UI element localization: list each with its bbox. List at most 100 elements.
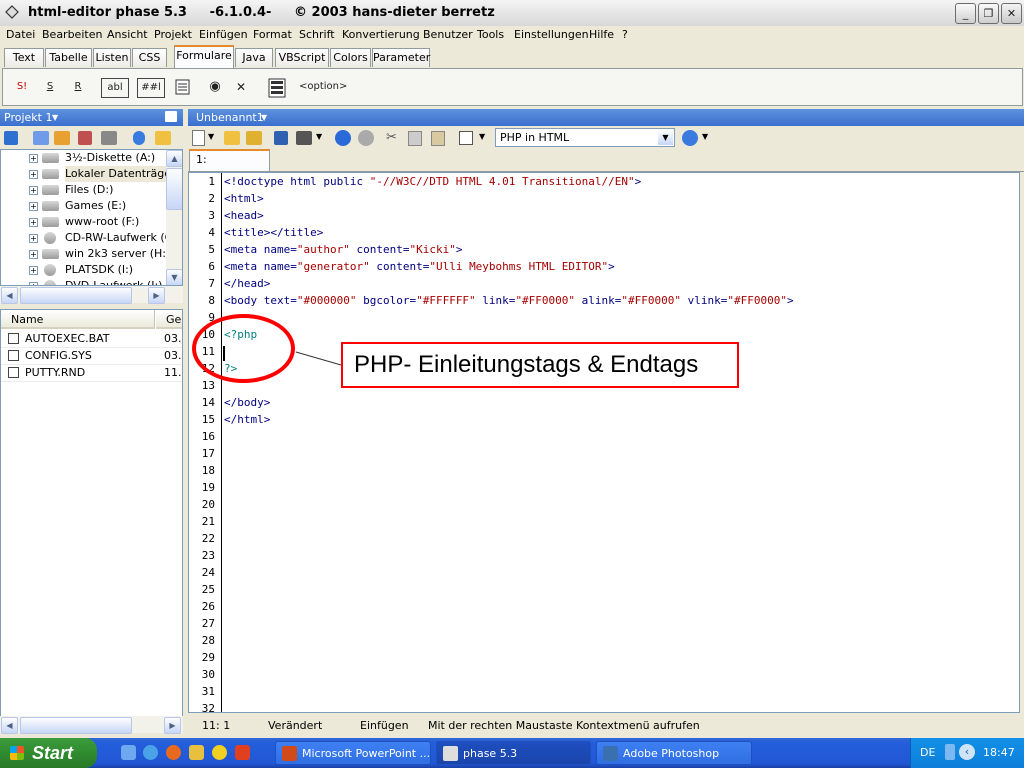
column-header-name[interactable]: Name <box>1 310 155 329</box>
tab-text[interactable]: Text <box>4 48 44 67</box>
tab-parameter[interactable]: Parameter <box>372 48 430 67</box>
check-icon[interactable] <box>459 131 473 145</box>
pane-float-icon[interactable] <box>165 111 177 122</box>
tree-item[interactable]: + Games (E:) <box>1 198 171 214</box>
task-powerpoint[interactable]: Microsoft PowerPoint ... <box>275 741 431 765</box>
scroll-up-button[interactable]: ▲ <box>166 150 182 167</box>
tab-java[interactable]: Java <box>235 48 273 67</box>
tree-view-icon[interactable] <box>4 131 18 145</box>
expand-icon[interactable]: + <box>29 202 38 211</box>
tree-vertical-scrollbar[interactable]: ▲ ▼ <box>166 150 182 285</box>
close-button[interactable]: ✕ <box>1001 3 1022 24</box>
tab-formulare[interactable]: Formulare <box>174 45 234 69</box>
checkbox-insert[interactable]: ✕ <box>233 78 249 96</box>
scroll-down-button[interactable]: ▼ <box>166 269 182 285</box>
tab-css[interactable]: CSS <box>132 48 167 67</box>
quicklaunch-show-desktop-icon[interactable] <box>121 745 136 760</box>
form-insert-button[interactable]: S! <box>11 78 33 96</box>
scroll-thumb[interactable] <box>20 287 132 304</box>
tree-item[interactable]: + win 2k3 server (H:) <box>1 246 171 262</box>
expand-icon[interactable]: + <box>29 154 38 163</box>
restore-button[interactable]: ❐ <box>978 3 999 24</box>
browser-preview-icon[interactable] <box>682 130 698 146</box>
open-folder-icon[interactable] <box>224 131 240 145</box>
menu-question[interactable]: ? <box>622 28 628 41</box>
language-mode-select[interactable]: PHP in HTML ▼ <box>495 128 675 147</box>
menu-schrift[interactable]: Schrift <box>299 28 335 41</box>
network-icon[interactable] <box>54 131 70 145</box>
chevron-down-icon[interactable]: ▼ <box>702 132 708 141</box>
menu-benutzer[interactable]: Benutzer <box>423 28 473 41</box>
scroll-right-button[interactable]: ▶ <box>164 717 181 734</box>
password-input-insert[interactable]: ##l <box>137 78 165 98</box>
menu-einfuegen[interactable]: Einfügen <box>199 28 248 41</box>
expand-icon[interactable]: + <box>29 250 38 259</box>
paste-icon[interactable] <box>431 131 445 146</box>
menu-tools[interactable]: Tools <box>477 28 504 41</box>
filelist-horizontal-scrollbar[interactable]: ◀ ▶ <box>0 716 183 734</box>
folder-icon[interactable] <box>155 131 171 145</box>
menu-bearbeiten[interactable]: Bearbeiten <box>42 28 102 41</box>
tab-colors[interactable]: Colors <box>330 48 371 67</box>
expand-icon[interactable]: + <box>29 234 38 243</box>
menu-einstellungen[interactable]: Einstellungen <box>514 28 589 41</box>
tab-unbenannt1[interactable]: 1: Unbenannt1 <box>189 149 270 184</box>
radio-insert[interactable]: ◉ <box>207 78 223 96</box>
tree-item[interactable]: + PLATSDK (I:) <box>1 262 171 278</box>
quicklaunch-ie-icon[interactable] <box>143 745 158 760</box>
tree-horizontal-scrollbar[interactable]: ◀ ▶ <box>0 286 183 304</box>
scroll-thumb[interactable] <box>166 168 182 210</box>
task-photoshop[interactable]: Adobe Photoshop <box>596 741 752 765</box>
image-icon[interactable] <box>33 131 49 145</box>
print-icon[interactable] <box>296 131 312 145</box>
tree-item[interactable]: + CD-RW-Laufwerk (G: <box>1 230 171 246</box>
menu-hilfe[interactable]: Hilfe <box>589 28 614 41</box>
chevron-left-icon[interactable]: ‹ <box>959 744 975 760</box>
tab-listen[interactable]: Listen <box>93 48 131 67</box>
save-icon[interactable] <box>274 131 288 145</box>
drive-icon[interactable] <box>101 131 117 145</box>
chevron-down-icon[interactable]: ▼ <box>658 130 673 145</box>
chevron-down-icon[interactable]: ▼ <box>479 132 485 141</box>
redo-icon[interactable] <box>358 130 374 146</box>
scroll-left-button[interactable]: ◀ <box>1 287 18 304</box>
undo-icon[interactable] <box>335 130 351 146</box>
document-pane-header[interactable]: Unbenannt1 ▼ <box>188 109 1024 126</box>
language-indicator[interactable]: DE <box>920 746 935 759</box>
copy-icon[interactable] <box>408 131 422 146</box>
text-input-insert[interactable]: abl <box>101 78 129 98</box>
menu-ansicht[interactable]: Ansicht <box>107 28 148 41</box>
expand-icon[interactable]: + <box>29 218 38 227</box>
tab-tabelle[interactable]: Tabelle <box>45 48 92 67</box>
select-insert-icon[interactable] <box>267 78 287 98</box>
menu-projekt[interactable]: Projekt <box>154 28 192 41</box>
scroll-thumb[interactable] <box>20 717 132 734</box>
start-button[interactable]: Start <box>0 738 97 768</box>
quicklaunch-editor-icon[interactable] <box>235 745 250 760</box>
list-item[interactable]: PUTTY.RND11.0 <box>1 364 182 382</box>
expand-icon[interactable]: + <box>29 170 38 179</box>
column-header-date[interactable]: Ge <box>156 310 182 329</box>
chevron-down-icon[interactable]: ▼ <box>316 132 322 141</box>
tab-vbscript[interactable]: VBScript <box>275 48 329 67</box>
textarea-insert-icon[interactable] <box>175 78 191 96</box>
scroll-left-button[interactable]: ◀ <box>1 717 18 734</box>
tree-item[interactable]: +DVD-Laufwerk (J:) <box>1 278 171 285</box>
tree-item[interactable]: +Lokaler Datenträger ( <box>1 166 171 182</box>
refresh-icon[interactable] <box>133 131 145 145</box>
quicklaunch-tool-icon[interactable] <box>189 745 204 760</box>
reset-button-insert[interactable]: R <box>69 78 87 96</box>
expand-icon[interactable]: + <box>29 186 38 195</box>
chevron-down-icon[interactable]: ▼ <box>208 132 214 141</box>
expand-icon[interactable]: + <box>29 266 38 275</box>
menu-format[interactable]: Format <box>253 28 292 41</box>
document-icon[interactable] <box>78 131 92 145</box>
quicklaunch-firefox-icon[interactable] <box>166 745 181 760</box>
menu-datei[interactable]: Datei <box>6 28 35 41</box>
minimize-button[interactable]: _ <box>955 3 976 24</box>
option-insert-button[interactable]: <option> <box>299 78 347 96</box>
list-item[interactable]: AUTOEXEC.BAT03.0 <box>1 330 182 348</box>
tree-item[interactable]: + www-root (F:) <box>1 214 171 230</box>
tree-item[interactable]: + Files (D:) <box>1 182 171 198</box>
new-file-icon[interactable] <box>192 130 205 146</box>
